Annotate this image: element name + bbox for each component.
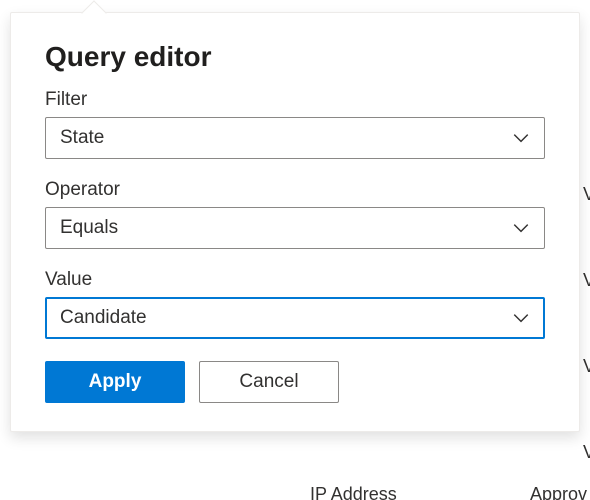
cancel-button[interactable]: Cancel	[199, 361, 339, 403]
chevron-down-icon	[512, 219, 530, 237]
apply-button-label: Apply	[89, 371, 142, 393]
apply-button[interactable]: Apply	[45, 361, 185, 403]
operator-label: Operator	[45, 179, 545, 201]
bg-v1: V	[583, 184, 590, 205]
bg-v2: V	[583, 270, 590, 291]
panel-title: Query editor	[45, 41, 545, 73]
bg-ip-label: IP Address	[310, 484, 397, 500]
chevron-down-icon	[512, 309, 530, 327]
button-row: Apply Cancel	[45, 361, 545, 403]
bg-approv: Approv	[530, 484, 587, 500]
value-select[interactable]: Candidate	[45, 297, 545, 339]
filter-field: Filter State	[45, 89, 545, 159]
filter-select-value: State	[60, 127, 104, 149]
value-select-value: Candidate	[60, 307, 147, 329]
filter-select[interactable]: State	[45, 117, 545, 159]
bg-v3: V	[583, 356, 590, 377]
value-label: Value	[45, 269, 545, 291]
operator-select[interactable]: Equals	[45, 207, 545, 249]
filter-label: Filter	[45, 89, 545, 111]
operator-select-value: Equals	[60, 217, 118, 239]
callout-beak	[81, 0, 106, 25]
chevron-down-icon	[512, 129, 530, 147]
bg-v4: V	[583, 442, 590, 463]
query-editor-panel: Query editor Filter State Operator Equal…	[10, 12, 580, 432]
cancel-button-label: Cancel	[239, 371, 298, 393]
value-field: Value Candidate	[45, 269, 545, 339]
operator-field: Operator Equals	[45, 179, 545, 249]
